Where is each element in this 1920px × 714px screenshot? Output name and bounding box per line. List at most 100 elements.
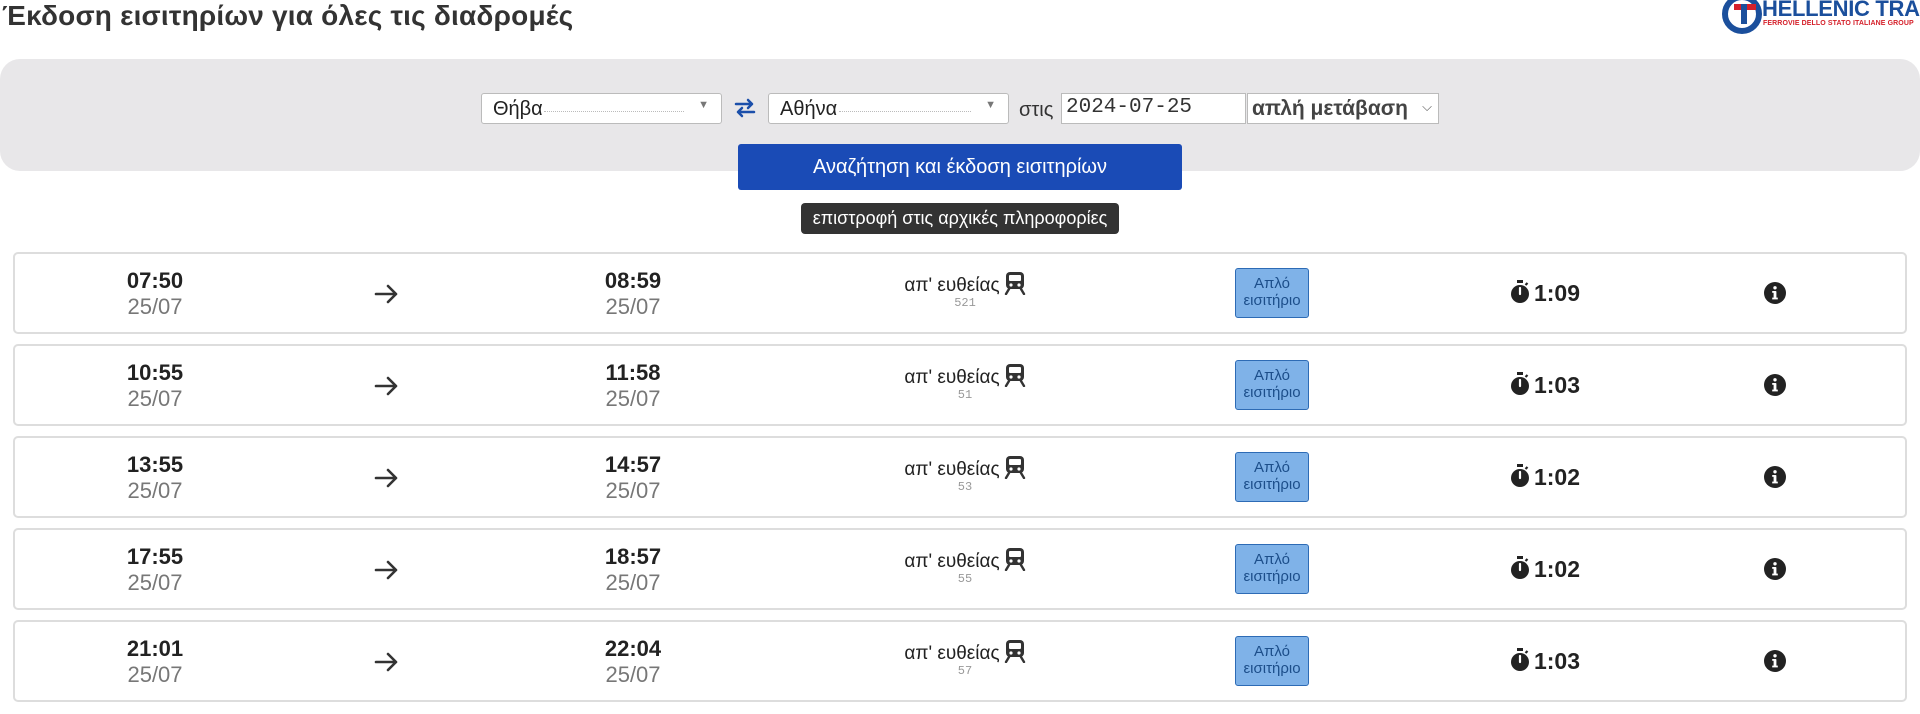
info-circle-icon[interactable]: [1763, 649, 1787, 673]
duration-value: 1:02: [1533, 556, 1581, 582]
single-ticket-button[interactable]: Απλό εισιτήριο: [1235, 360, 1309, 410]
duration-value: 1:02: [1533, 464, 1581, 490]
destination-select[interactable]: Αθήνα ▼: [768, 93, 1009, 124]
departure-time: 17:55: [126, 544, 184, 569]
route-info: απ' ευθείας 55: [865, 548, 1065, 586]
stopwatch-icon: [1510, 555, 1529, 579]
arrival-time: 14:57: [604, 452, 662, 477]
duration: 1:09: [1485, 279, 1605, 307]
departure: 21:01 25/07: [75, 636, 235, 688]
search-and-issue-button[interactable]: Αναζήτηση και έκδοση εισιτηρίων: [738, 144, 1182, 190]
route-info: απ' ευθείας 51: [865, 364, 1065, 402]
arrival-time: 11:58: [605, 360, 661, 385]
dropdown-caret-icon: ▼: [985, 99, 996, 111]
trip-type-select[interactable]: απλή μετάβαση ⌵: [1247, 93, 1439, 124]
ticket-label-line2: εισιτήριο: [1243, 384, 1301, 401]
ticket-label-line2: εισιτήριο: [1243, 476, 1301, 493]
route-label: απ' ευθείας: [904, 275, 1000, 296]
info-circle-icon[interactable]: [1763, 557, 1787, 581]
arrival-date: 25/07: [605, 570, 661, 595]
route-info: απ' ευθείας 57: [865, 640, 1065, 678]
arrival: 14:57 25/07: [553, 452, 713, 504]
ticket-label-line2: εισιτήριο: [1243, 660, 1301, 677]
date-label: στις: [1019, 99, 1054, 121]
train-number: 521: [954, 296, 976, 310]
arrival: 18:57 25/07: [553, 544, 713, 596]
duration-value: 1:03: [1533, 648, 1581, 674]
route-info: απ' ευθείας 53: [865, 456, 1065, 494]
departure: 07:50 25/07: [75, 268, 235, 320]
train-icon: [1004, 548, 1025, 571]
duration: 1:03: [1485, 647, 1605, 675]
route-info: απ' ευθείας 521: [865, 272, 1065, 310]
origin-value: Θήβα: [493, 98, 543, 120]
trip-type-value: απλή μετάβαση: [1252, 97, 1408, 120]
dropdown-caret-icon: ▼: [698, 99, 709, 111]
departure-time: 10:55: [126, 360, 184, 385]
departure: 13:55 25/07: [75, 452, 235, 504]
departure-date: 25/07: [127, 386, 183, 411]
arrow-right-icon: [374, 560, 398, 580]
stopwatch-icon: [1510, 647, 1529, 671]
logo-tagline: FERROVIE DELLO STATO ITALIANE GROUP: [1763, 20, 1914, 27]
train-icon: [1004, 364, 1025, 387]
departure: 10:55 25/07: [75, 360, 235, 412]
train-icon: [1004, 640, 1025, 663]
route-label: απ' ευθείας: [904, 367, 1000, 388]
destination-value: Αθήνα: [780, 98, 838, 120]
duration: 1:03: [1485, 371, 1605, 399]
page-title: Έκδοση εισιτηρίων για όλες τις διαδρομές: [2, 0, 574, 31]
arrow-right-icon: [374, 284, 398, 304]
departure-time: 13:55: [126, 452, 184, 477]
departure-time: 21:01: [126, 636, 184, 661]
arrival-time: 18:57: [604, 544, 662, 569]
journey-row: 07:50 25/07 08:59 25/07 απ' ευθείας 521 …: [13, 252, 1907, 334]
arrival-date: 25/07: [605, 478, 661, 503]
ticket-label-line1: Απλό: [1254, 551, 1290, 568]
single-ticket-button[interactable]: Απλό εισιτήριο: [1235, 452, 1309, 502]
journey-row: 13:55 25/07 14:57 25/07 απ' ευθείας 53 Α…: [13, 436, 1907, 518]
back-to-info-tooltip[interactable]: επιστροφή στις αρχικές πληροφορίες: [801, 203, 1119, 234]
duration-value: 1:03: [1533, 372, 1581, 398]
train-icon: [1004, 272, 1025, 295]
duration: 1:02: [1485, 463, 1605, 491]
swap-arrows-icon[interactable]: [733, 96, 757, 120]
arrival-time: 08:59: [604, 268, 662, 293]
ticket-label-line1: Απλό: [1254, 367, 1290, 384]
ticket-label-line2: εισιτήριο: [1243, 568, 1301, 585]
arrow-right-icon: [374, 468, 398, 488]
single-ticket-button[interactable]: Απλό εισιτήριο: [1235, 636, 1309, 686]
stopwatch-icon: [1510, 371, 1529, 395]
journey-row: 21:01 25/07 22:04 25/07 απ' ευθείας 57 Α…: [13, 620, 1907, 702]
ticket-label-line1: Απλό: [1254, 275, 1290, 292]
ticket-label-line1: Απλό: [1254, 643, 1290, 660]
route-label: απ' ευθείας: [904, 643, 1000, 664]
departure: 17:55 25/07: [75, 544, 235, 596]
train-number: 51: [957, 388, 973, 402]
arrival-date: 25/07: [605, 662, 661, 687]
single-ticket-button[interactable]: Απλό εισιτήριο: [1235, 268, 1309, 318]
logo-mark-icon: [1722, 0, 1762, 34]
arrow-right-icon: [374, 376, 398, 396]
origin-select[interactable]: Θήβα ▼: [481, 93, 722, 124]
info-circle-icon[interactable]: [1763, 373, 1787, 397]
arrival: 22:04 25/07: [553, 636, 713, 688]
departure-time: 07:50: [126, 268, 184, 293]
logo-brand-text: HELLENIC TRAIN: [1762, 0, 1920, 21]
date-input[interactable]: 2024-07-25: [1061, 93, 1246, 124]
arrival: 11:58 25/07: [553, 360, 713, 412]
train-number: 57: [957, 664, 973, 678]
info-circle-icon[interactable]: [1763, 281, 1787, 305]
hellenic-train-logo[interactable]: HELLENIC TRAIN FERROVIE DELLO STATO ITAL…: [1722, 0, 1920, 40]
route-label: απ' ευθείας: [904, 459, 1000, 480]
info-circle-icon[interactable]: [1763, 465, 1787, 489]
departure-date: 25/07: [127, 570, 183, 595]
stopwatch-icon: [1510, 463, 1529, 487]
departure-date: 25/07: [127, 662, 183, 687]
arrival-date: 25/07: [605, 386, 661, 411]
duration-value: 1:09: [1533, 280, 1581, 306]
arrow-right-icon: [374, 652, 398, 672]
route-label: απ' ευθείας: [904, 551, 1000, 572]
train-number: 55: [957, 572, 973, 586]
single-ticket-button[interactable]: Απλό εισιτήριο: [1235, 544, 1309, 594]
